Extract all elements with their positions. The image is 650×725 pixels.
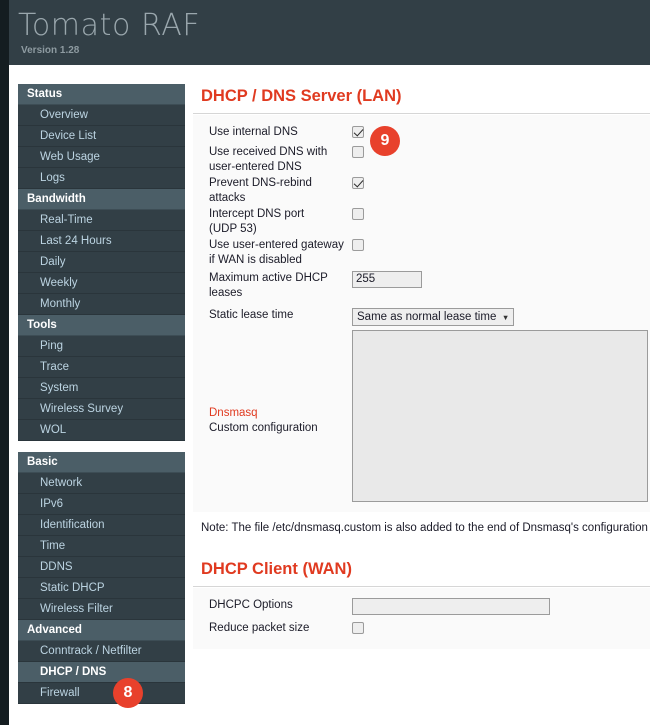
sidebar-item-system[interactable]: System	[18, 378, 185, 399]
sidebar-item-wireless-survey[interactable]: Wireless Survey	[18, 399, 185, 420]
label-line-2: if WAN is disabled	[209, 253, 302, 266]
label-prevent-dns-rebind: Prevent DNS-rebind attacks	[209, 174, 352, 205]
label-line-2: user-entered DNS	[209, 160, 302, 173]
sidebar-item-web-usage[interactable]: Web Usage	[18, 147, 185, 168]
wan-settings-panel: DHCPC Options Reduce packet size	[193, 587, 650, 649]
row-prevent-dns-rebind: Prevent DNS-rebind attacks	[193, 174, 650, 205]
label-line-1: Maximum active DHCP	[209, 272, 328, 284]
sidebar-section-tools: Tools	[18, 315, 185, 336]
sidebar-item-ipv6[interactable]: IPv6	[18, 494, 185, 515]
page-root: Tomato RAF Version 1.28 Status Overview De…	[0, 0, 650, 725]
label-line-2: attacks	[209, 191, 246, 204]
sidebar-item-conntrack-netfilter[interactable]: Conntrack / Netfilter	[18, 641, 185, 662]
input-max-active-leases[interactable]: 255	[352, 271, 422, 288]
sidebar-item-trace[interactable]: Trace	[18, 357, 185, 378]
label-use-internal-dns: Use internal DNS	[209, 126, 298, 138]
sidebar-item-device-list[interactable]: Device List	[18, 126, 185, 147]
checkbox-use-received-dns[interactable]	[352, 146, 364, 158]
annotation-badge-9: 9	[370, 126, 400, 156]
sidebar-item-ping[interactable]: Ping	[18, 336, 185, 357]
row-static-lease-time: Static lease time Same as normal lease t…	[193, 306, 650, 326]
sidebar-section-advanced: Advanced	[18, 620, 185, 641]
label-intercept-dns-port: Intercept DNS port (UDP 53)	[209, 205, 352, 236]
lan-settings-panel: Use internal DNS Use received DNS with u…	[193, 114, 650, 512]
label-user-entered-gateway: Use user-entered gateway if WAN is disab…	[209, 236, 352, 267]
app-header: Tomato RAF Version 1.28	[9, 0, 650, 65]
label-reduce-packet-size: Reduce packet size	[209, 622, 310, 634]
sidebar-section-basic: Basic	[18, 452, 185, 473]
sidebar-section-status: Status	[18, 84, 185, 105]
dnsmasq-note: Note: The file /etc/dnsmasq.custom is al…	[201, 522, 650, 534]
row-user-entered-gateway: Use user-entered gateway if WAN is disab…	[193, 236, 650, 267]
sidebar-item-daily[interactable]: Daily	[18, 252, 185, 273]
label-use-received-dns: Use received DNS with user-entered DNS	[209, 143, 352, 174]
label-line-1: Intercept DNS port	[209, 208, 305, 220]
sidebar-item-monthly[interactable]: Monthly	[18, 294, 185, 315]
label-line-1: Use user-entered gateway	[209, 239, 344, 251]
row-intercept-dns-port: Intercept DNS port (UDP 53)	[193, 205, 650, 236]
label-max-active-leases: Maximum active DHCP leases	[209, 269, 352, 300]
sidebar-item-time[interactable]: Time	[18, 536, 185, 557]
sidebar-section-bandwidth: Bandwidth	[18, 189, 185, 210]
sidebar-item-dhcp-dns[interactable]: DHCP / DNS	[18, 662, 185, 683]
label-custom-configuration: Custom configuration	[209, 421, 318, 434]
row-use-internal-dns: Use internal DNS	[193, 123, 650, 143]
checkbox-use-internal-dns[interactable]	[352, 126, 364, 138]
sidebar-group-separator	[18, 441, 185, 452]
wan-section-title: DHCP Client (WAN)	[193, 534, 650, 587]
sidebar-item-identification[interactable]: Identification	[18, 515, 185, 536]
label-line-1: Use received DNS with	[209, 146, 328, 158]
sidebar-item-network[interactable]: Network	[18, 473, 185, 494]
checkbox-user-entered-gateway[interactable]	[352, 239, 364, 251]
main-content: DHCP / DNS Server (LAN) Use internal DNS…	[193, 72, 650, 649]
row-reduce-packet-size: Reduce packet size	[193, 619, 650, 639]
sidebar-item-firewall[interactable]: Firewall	[18, 683, 185, 704]
sidebar-item-ddns[interactable]: DDNS	[18, 557, 185, 578]
lan-section-title: DHCP / DNS Server (LAN)	[193, 72, 650, 114]
sidebar-item-static-dhcp[interactable]: Static DHCP	[18, 578, 185, 599]
row-max-active-leases: Maximum active DHCP leases 255	[193, 269, 650, 300]
checkbox-reduce-packet-size[interactable]	[352, 622, 364, 634]
sidebar-item-overview[interactable]: Overview	[18, 105, 185, 126]
sidebar-item-real-time[interactable]: Real-Time	[18, 210, 185, 231]
input-dhcpc-options[interactable]	[352, 598, 550, 615]
label-static-lease-time: Static lease time	[209, 309, 294, 321]
label-line-2: leases	[209, 286, 243, 299]
textarea-dnsmasq-custom-config[interactable]	[352, 330, 648, 502]
app-title: Tomato RAF	[18, 8, 201, 43]
annotation-badge-8: 8	[113, 678, 143, 708]
sidebar-item-last-24-hours[interactable]: Last 24 Hours	[18, 231, 185, 252]
checkbox-intercept-dns-port[interactable]	[352, 208, 364, 220]
label-dnsmasq: Dnsmasq	[209, 407, 258, 419]
label-line-1: Prevent DNS-rebind	[209, 177, 312, 189]
row-dhcpc-options: DHCPC Options	[193, 596, 650, 616]
sidebar-item-wireless-filter[interactable]: Wireless Filter	[18, 599, 185, 620]
sidebar-item-logs[interactable]: Logs	[18, 168, 185, 189]
sidebar-item-wol[interactable]: WOL	[18, 420, 185, 441]
row-use-received-dns: Use received DNS with user-entered DNS	[193, 143, 650, 174]
label-line-2: (UDP 53)	[209, 222, 257, 235]
app-version: Version 1.28	[21, 45, 80, 56]
label-dnsmasq-custom-config: Dnsmasq Custom configuration	[209, 330, 352, 435]
checkbox-prevent-dns-rebind[interactable]	[352, 177, 364, 189]
left-edge-strip	[0, 0, 9, 725]
sidebar-item-weekly[interactable]: Weekly	[18, 273, 185, 294]
label-dhcpc-options: DHCPC Options	[209, 599, 293, 611]
sidebar-nav: Status Overview Device List Web Usage Logs Ba…	[18, 84, 185, 704]
row-dnsmasq-custom-config: Dnsmasq Custom configuration	[193, 330, 650, 502]
select-static-lease-time[interactable]: Same as normal lease time	[352, 308, 515, 326]
